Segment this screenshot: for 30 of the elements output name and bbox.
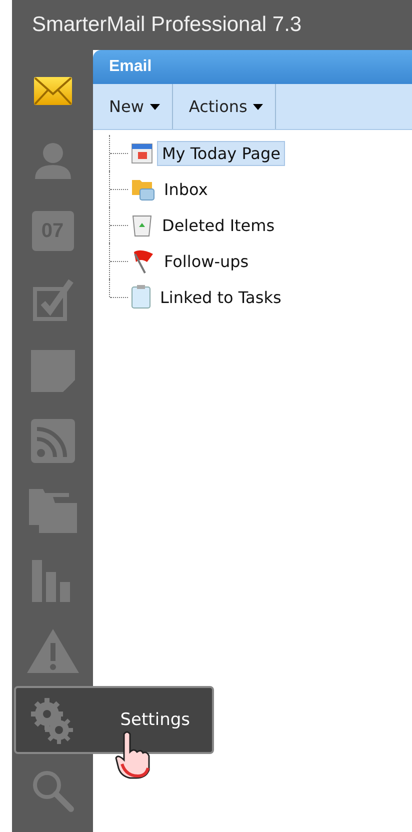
rss-icon bbox=[30, 419, 74, 463]
folders-icon bbox=[28, 489, 76, 533]
notes-nav-button[interactable] bbox=[28, 348, 76, 394]
flag-icon bbox=[131, 248, 155, 274]
window-title: SmarterMail Professional 7.3 bbox=[32, 13, 302, 37]
search-icon bbox=[30, 769, 74, 813]
panel-title: Email bbox=[109, 58, 152, 76]
rss-nav-button[interactable] bbox=[28, 417, 76, 465]
tooltip-label: Settings bbox=[120, 710, 190, 730]
tree-item[interactable]: Deleted Items bbox=[157, 212, 280, 238]
gears-icon bbox=[30, 698, 74, 744]
toolbar-dropdown-button[interactable]: New bbox=[93, 84, 173, 129]
calendar-page-icon bbox=[131, 142, 153, 164]
note-icon bbox=[30, 350, 74, 392]
checkbox-icon bbox=[30, 279, 74, 323]
files-nav-button[interactable] bbox=[26, 487, 78, 535]
envelope-icon bbox=[32, 76, 72, 106]
caret-icon bbox=[150, 104, 160, 110]
alerts-nav-button[interactable] bbox=[24, 627, 80, 675]
warning-icon bbox=[26, 629, 78, 673]
tree-item[interactable]: My Today Page bbox=[157, 140, 286, 166]
inbox-folder-icon bbox=[131, 177, 155, 201]
toolbar-dropdown-button[interactable]: Actions bbox=[172, 84, 276, 129]
caret-icon bbox=[253, 104, 264, 110]
trash-can-icon bbox=[131, 213, 153, 237]
person-icon bbox=[32, 141, 72, 181]
tree-item[interactable]: Inbox bbox=[159, 176, 213, 202]
clipboard-icon bbox=[131, 285, 151, 309]
tree-item[interactable]: Linked to Tasks bbox=[155, 284, 286, 310]
tree-item[interactable]: Follow-ups bbox=[159, 248, 254, 274]
